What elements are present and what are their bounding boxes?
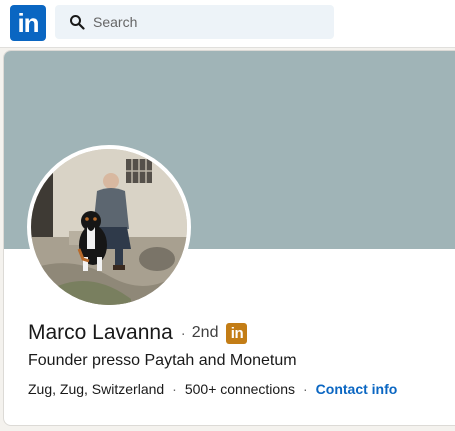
contact-info-link[interactable]: Contact info	[316, 381, 398, 397]
profile-photo-image	[31, 149, 187, 305]
profile-location: Zug, Zug, Switzerland	[28, 381, 165, 397]
linkedin-logo[interactable]: in	[10, 5, 46, 41]
meta-separator: ·	[172, 381, 177, 397]
name-separator: ·	[180, 324, 186, 342]
profile-meta-row: Zug, Zug, Switzerland · 500+ connections…	[28, 381, 397, 397]
search-input[interactable]	[93, 5, 323, 39]
search-icon	[70, 15, 85, 30]
search-bar[interactable]	[55, 5, 334, 39]
connections-count[interactable]: 500+ connections	[185, 381, 295, 397]
connection-degree: 2nd	[191, 324, 219, 341]
profile-photo[interactable]	[27, 145, 191, 309]
profile-card: Marco Lavanna · 2nd in Founder presso Pa…	[3, 50, 455, 426]
profile-headline: Founder presso Paytah and Monetum	[28, 352, 297, 369]
premium-badge-icon[interactable]: in	[226, 322, 248, 344]
top-nav-bar: in	[0, 0, 455, 48]
profile-name: Marco Lavanna	[28, 321, 173, 344]
profile-name-row: Marco Lavanna · 2nd in	[28, 319, 248, 347]
meta-separator: ·	[302, 381, 308, 397]
